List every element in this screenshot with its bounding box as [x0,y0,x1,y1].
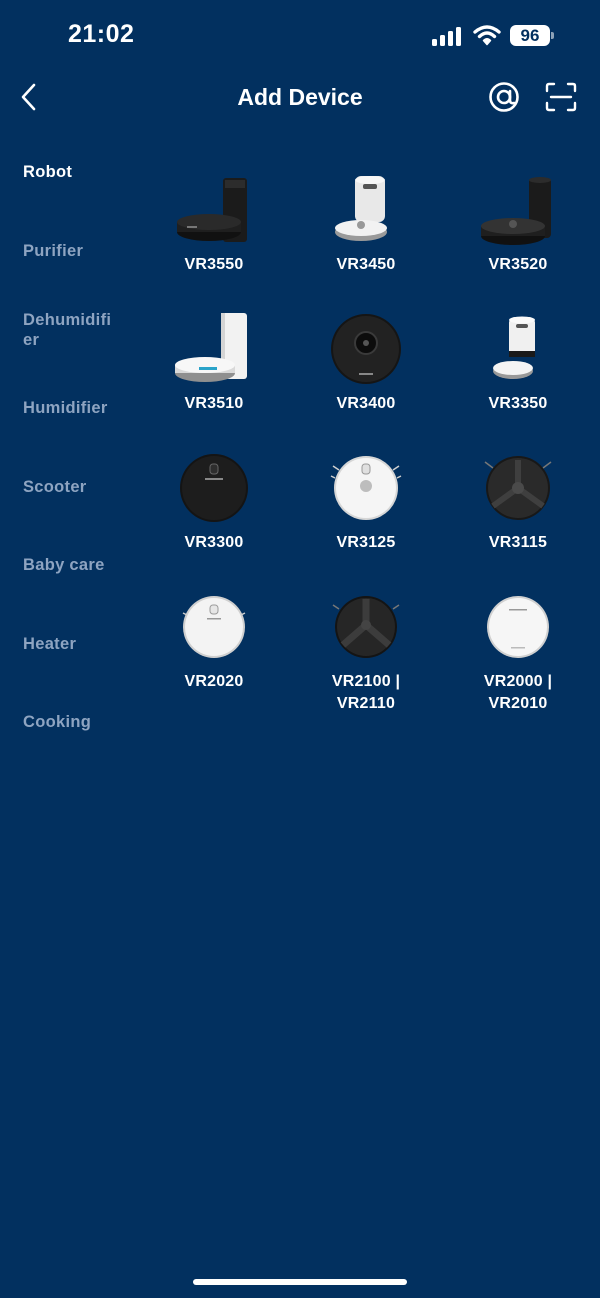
category-dehumidifier[interactable]: Dehumidifier [23,310,115,350]
device-label: VR2000 | VR2010 [483,673,553,712]
device-card[interactable]: VR3510 [138,309,290,448]
robot-vacuum-black-dock-image [177,178,247,242]
robot-vacuum-black-dock-image [481,177,551,245]
device-card[interactable]: VR2020 [138,587,290,726]
device-label: VR2020 [184,673,244,690]
robot-vacuum-white-dock-image [493,316,535,379]
device-card[interactable]: VR3400 [290,309,442,448]
robot-vacuum-black-y-top-image [332,596,400,658]
device-label: VR3510 [184,395,244,412]
robot-vacuum-black-top-image [180,454,248,522]
robot-vacuum-white-top-image [487,596,549,658]
category-cooking[interactable]: Cooking [23,712,123,732]
device-label: VR3125 [336,534,396,551]
device-card[interactable]: VR3550 [138,170,290,309]
device-card[interactable]: VR2100 | VR2110 [290,587,442,726]
device-label: VR3115 [488,534,548,551]
category-scooter[interactable]: Scooter [23,477,123,497]
device-grid: VR3550 VR3450 VR3520 VR3510 VR3400 VR335… [138,170,594,726]
robot-vacuum-black-top-image [331,314,401,384]
device-label: VR3350 [488,395,548,412]
device-card[interactable]: VR3450 [290,170,442,309]
device-card[interactable]: VR2000 | VR2010 [442,587,594,726]
status-bar: 21:02 96 [0,0,600,70]
robot-vacuum-white-top-image [182,596,246,658]
device-card[interactable]: VR3350 [442,309,594,448]
category-robot[interactable]: Robot [23,162,123,182]
device-label: VR3520 [488,256,548,273]
device-label: VR3400 [336,395,396,412]
device-card[interactable]: VR3300 [138,448,290,587]
category-baby-care[interactable]: Baby care [23,555,123,575]
scan-qr-icon[interactable] [544,81,578,113]
device-label: VR3450 [336,256,396,273]
category-humidifier[interactable]: Humidifier [23,398,123,418]
device-card[interactable]: VR3125 [290,448,442,587]
home-indicator [193,1279,407,1285]
status-time: 21:02 [68,20,135,48]
device-label: VR2100 | VR2110 [331,673,401,712]
category-purifier[interactable]: Purifier [23,241,123,261]
device-card[interactable]: VR3520 [442,170,594,309]
battery-tip [551,32,554,39]
wifi-icon [473,25,501,46]
robot-vacuum-white-top-image [330,456,402,520]
device-card[interactable]: VR3115 [442,448,594,587]
device-label: VR3300 [184,534,244,551]
category-heater[interactable]: Heater [23,634,123,654]
robot-vacuum-white-dock-image [175,313,247,382]
robot-vacuum-white-dock-image [335,176,387,241]
robot-vacuum-black-y-top-image [484,456,552,520]
at-sign-icon[interactable] [488,81,520,113]
cellular-signal-icon [432,26,462,46]
device-label: VR3550 [184,256,244,273]
battery-indicator: 96 [510,25,550,46]
